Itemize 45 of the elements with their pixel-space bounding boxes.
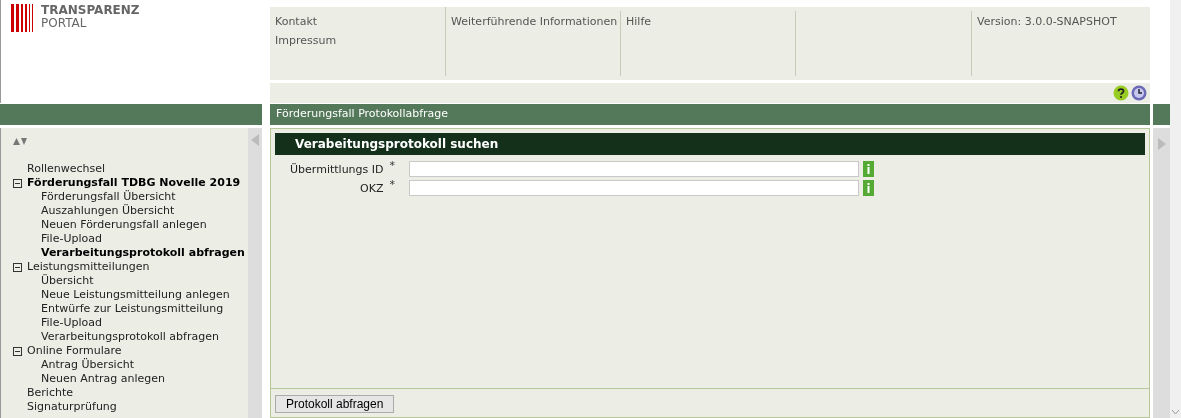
required-mark: *: [389, 158, 395, 172]
sidebar-item[interactable]: Neue Leistungsmitteilung anlegen: [11, 288, 248, 302]
help-icon[interactable]: [1113, 85, 1129, 101]
info-icon[interactable]: [863, 161, 874, 177]
sidebar-item[interactable]: Entwürfe zur Leistungsmitteilung: [11, 302, 248, 316]
submit-button[interactable]: Protokoll abfragen: [275, 395, 395, 413]
version-label: Version: 3.0.0-SNAPSHOT: [977, 15, 1118, 28]
sort-icon[interactable]: [13, 137, 27, 145]
collapse-icon[interactable]: [13, 178, 22, 188]
clock-icon[interactable]: [1131, 85, 1147, 101]
logo-subtitle: PORTAL: [41, 17, 88, 30]
field-label: OKZ: [360, 181, 384, 195]
sidebar-item[interactable]: File-Upload: [11, 316, 248, 330]
sidebar-item[interactable]: Übersicht: [11, 274, 248, 288]
header-bar: [1153, 104, 1170, 125]
sidebar-item[interactable]: Förderungsfall Übersicht: [11, 190, 248, 204]
field-label: Übermittlungs ID: [290, 162, 384, 176]
nav-link[interactable]: Hilfe: [626, 15, 790, 28]
sidebar-item[interactable]: Verarbeitungsprotokoll abfragen: [11, 246, 248, 260]
nav-link[interactable]: Impressum: [275, 34, 440, 47]
input-field[interactable]: [409, 180, 859, 196]
sidebar-item[interactable]: Förderungsfall TDBG Novelle 2019: [11, 176, 248, 190]
nav-link[interactable]: Kontakt: [275, 15, 440, 28]
bars-logo-icon: [11, 4, 35, 32]
sidebar-item[interactable]: Antrag Übersicht: [11, 358, 248, 372]
page-title: Förderungsfall Protokollabfrage: [270, 104, 1150, 125]
collapse-icon[interactable]: [13, 346, 22, 356]
required-mark: *: [389, 177, 395, 191]
info-icon[interactable]: [863, 180, 874, 196]
nav-link[interactable]: Weiterführende Informationen: [451, 15, 615, 28]
sidebar-item[interactable]: Leistungsmitteilungen: [11, 260, 248, 274]
sidebar-item[interactable]: Neuen Förderungsfall anlegen: [11, 218, 248, 232]
sidebar-item[interactable]: Online Formulare: [11, 344, 248, 358]
sidebar-item[interactable]: Signaturprüfung: [11, 400, 248, 414]
sidebar-item[interactable]: Neuen Antrag anlegen: [11, 372, 248, 386]
collapse-icon[interactable]: [13, 262, 22, 272]
scroll-down-icon[interactable]: [1172, 410, 1179, 415]
input-field[interactable]: [409, 161, 859, 177]
form-title: Verabeitungsprotokoll suchen: [275, 133, 1145, 155]
sidebar-item[interactable]: File-Upload: [11, 232, 248, 246]
sidebar-item[interactable]: Berichte: [11, 386, 248, 400]
sidebar-item[interactable]: Auszahlungen Übersicht: [11, 204, 248, 218]
sidebar-item[interactable]: Rollenwechsel: [11, 162, 248, 176]
sidebar-item[interactable]: Verarbeitungsprotokoll abfragen: [11, 330, 248, 344]
logo-title: TRANSPARENZ: [41, 4, 140, 17]
